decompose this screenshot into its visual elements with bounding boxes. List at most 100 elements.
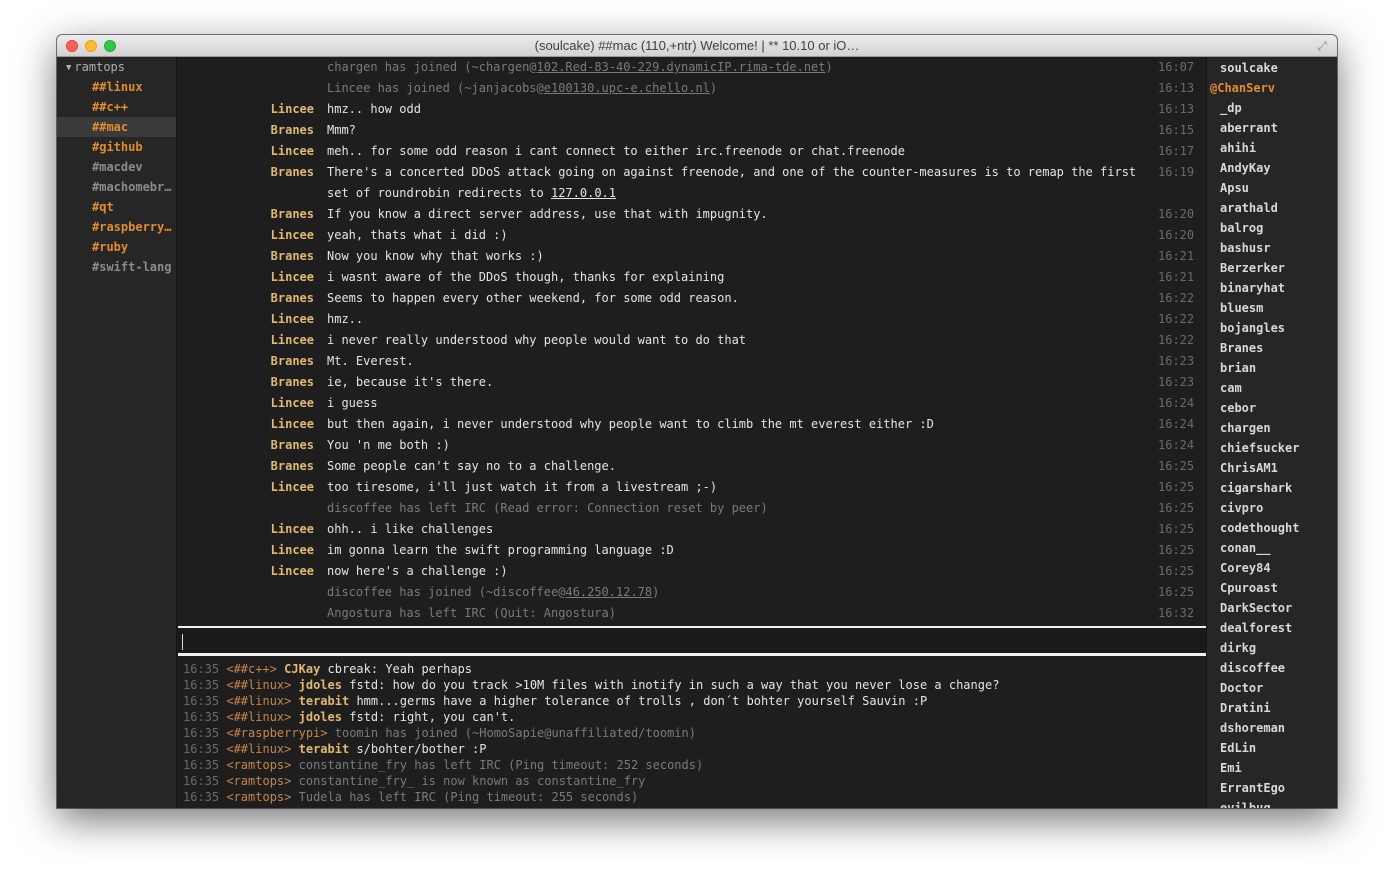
activity-channel[interactable]: <#raspberrypi>: [226, 726, 327, 740]
channel-item[interactable]: #swift-lang: [57, 257, 176, 277]
user-list-item[interactable]: Dratini: [1207, 698, 1337, 718]
user-list-item[interactable]: Apsu: [1207, 178, 1337, 198]
chat-message: Lincee has joined (~janjacobs@e100130.up…: [178, 78, 1206, 99]
user-list-item[interactable]: bojangles: [1207, 318, 1337, 338]
user-list-item[interactable]: civpro: [1207, 498, 1337, 518]
activity-channel[interactable]: <##c++>: [226, 662, 277, 676]
message-nick[interactable]: Lincee: [271, 141, 314, 162]
message-nick[interactable]: Branes: [271, 120, 314, 141]
channel-item[interactable]: #raspberry…: [57, 217, 176, 237]
channel-item[interactable]: #github: [57, 137, 176, 157]
user-list-item[interactable]: chiefsucker: [1207, 438, 1337, 458]
activity-time: 16:35: [183, 790, 220, 804]
message-nick[interactable]: Branes: [271, 162, 314, 183]
message-nick[interactable]: Branes: [271, 435, 314, 456]
message-link[interactable]: 127.0.0.1: [551, 186, 616, 200]
message-body: meh.. for some odd reason i cant connect…: [327, 144, 905, 158]
activity-nick[interactable]: jdoles: [299, 710, 342, 724]
message-nick[interactable]: Lincee: [271, 519, 314, 540]
user-list-item[interactable]: chargen: [1207, 418, 1337, 438]
user-list-item[interactable]: brian: [1207, 358, 1337, 378]
activity-channel[interactable]: <##linux>: [226, 694, 291, 708]
user-list-item[interactable]: codethought: [1207, 518, 1337, 538]
message-body: too tiresome, i'll just watch it from a …: [327, 480, 718, 494]
user-list-item[interactable]: conan__: [1207, 538, 1337, 558]
message-nick[interactable]: Lincee: [271, 330, 314, 351]
disclosure-triangle-icon[interactable]: ▼: [66, 58, 71, 78]
user-list-item[interactable]: _dp: [1207, 98, 1337, 118]
channel-item[interactable]: ##mac: [57, 117, 176, 137]
message-body: Some people can't say no to a challenge.: [327, 459, 616, 473]
user-list-item[interactable]: @ChanServ: [1207, 78, 1337, 98]
message-link[interactable]: 46.250.12.78: [565, 585, 652, 599]
user-list-item[interactable]: dealforest: [1207, 618, 1337, 638]
activity-channel[interactable]: <##linux>: [226, 678, 291, 692]
activity-channel[interactable]: <ramtops>: [226, 758, 291, 772]
user-list-item[interactable]: cebor: [1207, 398, 1337, 418]
activity-nick[interactable]: terabit: [299, 742, 350, 756]
activity-channel[interactable]: <##linux>: [226, 710, 291, 724]
user-list-item[interactable]: Doctor: [1207, 678, 1337, 698]
message-nick[interactable]: Lincee: [271, 561, 314, 582]
message-nick[interactable]: Lincee: [271, 477, 314, 498]
user-list-item[interactable]: Cpuroast: [1207, 578, 1337, 598]
message-nick[interactable]: Branes: [271, 204, 314, 225]
user-list-item[interactable]: binaryhat: [1207, 278, 1337, 298]
message-nick[interactable]: Lincee: [271, 393, 314, 414]
user-list-item[interactable]: Berzerker: [1207, 258, 1337, 278]
message-nick[interactable]: Branes: [271, 456, 314, 477]
user-list-item[interactable]: ahihi: [1207, 138, 1337, 158]
activity-nick[interactable]: jdoles: [299, 678, 342, 692]
user-list-item[interactable]: ChrisAM1: [1207, 458, 1337, 478]
message-nick[interactable]: Lincee: [271, 267, 314, 288]
server-item-ramtops[interactable]: ▼ ramtops: [57, 57, 176, 77]
message-nick[interactable]: Lincee: [271, 540, 314, 561]
message-link[interactable]: 102.Red-83-40-229.dynamicIP.rima-tde.net: [537, 60, 826, 74]
user-list-item[interactable]: cam: [1207, 378, 1337, 398]
user-list-item[interactable]: Branes: [1207, 338, 1337, 358]
message-nick[interactable]: Branes: [271, 288, 314, 309]
message-nick[interactable]: Branes: [271, 372, 314, 393]
user-list-item[interactable]: dshoreman: [1207, 718, 1337, 738]
user-list-item[interactable]: Emi: [1207, 758, 1337, 778]
channel-item[interactable]: ##linux: [57, 77, 176, 97]
user-list-item[interactable]: arathald: [1207, 198, 1337, 218]
channel-item[interactable]: #machomebr…: [57, 177, 176, 197]
channel-item[interactable]: #qt: [57, 197, 176, 217]
activity-channel[interactable]: <ramtops>: [226, 790, 291, 804]
message-nick[interactable]: Lincee: [271, 414, 314, 435]
message-body: but then again, i never understood why p…: [327, 417, 934, 431]
message-nick[interactable]: Lincee: [271, 99, 314, 120]
activity-channel[interactable]: <ramtops>: [226, 774, 291, 788]
user-list-item[interactable]: aberrant: [1207, 118, 1337, 138]
user-list-item[interactable]: DarkSector: [1207, 598, 1337, 618]
user-list-item[interactable]: AndyKay: [1207, 158, 1337, 178]
message-nick[interactable]: Branes: [271, 351, 314, 372]
channel-item[interactable]: ##c++: [57, 97, 176, 117]
message-nick[interactable]: Lincee: [271, 225, 314, 246]
user-list-item[interactable]: soulcake: [1207, 58, 1337, 78]
user-list-item[interactable]: bluesm: [1207, 298, 1337, 318]
message-nick[interactable]: Branes: [271, 246, 314, 267]
user-list-item[interactable]: bashusr: [1207, 238, 1337, 258]
channel-item[interactable]: #ruby: [57, 237, 176, 257]
user-list-item[interactable]: ErrantEgo: [1207, 778, 1337, 798]
fullscreen-icon[interactable]: ⤢: [1314, 38, 1330, 54]
message-body: Angostura has left IRC (Quit: Angostura): [327, 606, 616, 620]
message-input[interactable]: [178, 626, 1206, 656]
user-list-item[interactable]: dirkg: [1207, 638, 1337, 658]
activity-nick[interactable]: CJKay: [284, 662, 320, 676]
user-list-item[interactable]: cigarshark: [1207, 478, 1337, 498]
activity-channel[interactable]: <##linux>: [226, 742, 291, 756]
channel-item[interactable]: #macdev: [57, 157, 176, 177]
user-list-item[interactable]: evilbug: [1207, 798, 1337, 808]
message-nick[interactable]: Lincee: [271, 309, 314, 330]
message-link[interactable]: e100130.upc-e.chello.nl: [544, 81, 710, 95]
user-list-item[interactable]: discoffee: [1207, 658, 1337, 678]
chat-message: Lincee ohh.. i like challenges 16:25: [178, 519, 1206, 540]
user-list-item[interactable]: Corey84: [1207, 558, 1337, 578]
user-list-item[interactable]: EdLin: [1207, 738, 1337, 758]
user-list-item[interactable]: balrog: [1207, 218, 1337, 238]
user-list: soulcake @ChanServ _dp aberrant ahihi AndyKay…: [1206, 57, 1337, 808]
activity-nick[interactable]: terabit: [299, 694, 350, 708]
